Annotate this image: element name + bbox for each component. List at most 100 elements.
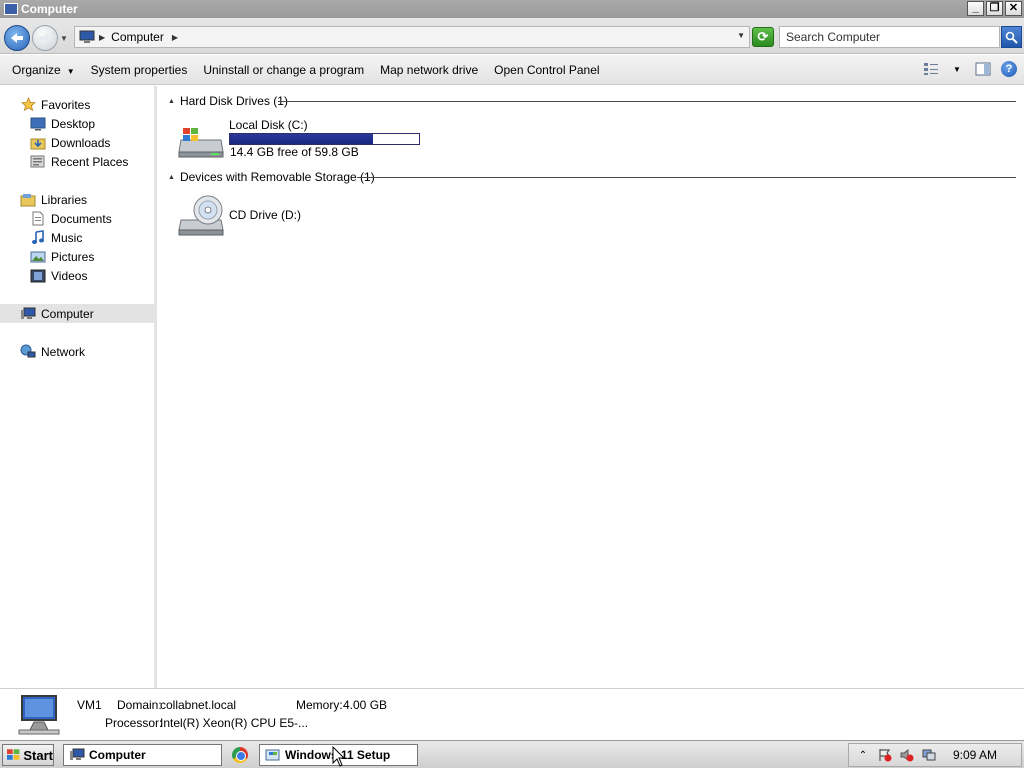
collapse-icon: ▲ xyxy=(168,173,175,181)
group-header-removable[interactable]: ▲ Devices with Removable Storage (1) xyxy=(168,170,375,184)
group-divider xyxy=(357,177,1016,178)
map-network-drive-button[interactable]: Map network drive xyxy=(372,59,486,81)
drive-c-usage-bar xyxy=(229,133,420,145)
search-input[interactable]: Search Computer xyxy=(779,26,1000,48)
drive-c-label: Local Disk (C:) xyxy=(229,118,308,132)
address-dropdown[interactable]: ▼ xyxy=(737,31,745,40)
details-pane: VM1 Domain: collabnet.local Memory: 4.00… xyxy=(0,688,1024,740)
processor-label: Processor: xyxy=(105,716,163,730)
start-label: Start xyxy=(23,747,53,763)
search-button[interactable] xyxy=(1001,26,1022,48)
task-label: Computer xyxy=(89,748,146,762)
nav-label: Libraries xyxy=(41,192,88,207)
drive-c-free-space: 14.4 GB free of 59.8 GB xyxy=(230,145,359,159)
nav-label: Computer xyxy=(41,306,94,321)
taskbar-button-computer[interactable]: Computer xyxy=(63,744,222,766)
view-options-button[interactable] xyxy=(922,60,940,78)
group-divider xyxy=(278,101,1016,102)
drive-c-usage-fill xyxy=(230,134,374,144)
nav-libraries[interactable]: Libraries xyxy=(0,190,157,209)
network-icon xyxy=(20,344,36,360)
domain-value: collabnet.local xyxy=(160,698,237,712)
nav-label: Downloads xyxy=(51,135,111,150)
windows-logo-icon xyxy=(7,749,20,760)
nav-documents[interactable]: Documents xyxy=(0,209,157,228)
search-icon xyxy=(1005,31,1018,44)
group-title: Hard Disk Drives (1) xyxy=(179,94,288,108)
nav-favorites[interactable]: Favorites xyxy=(0,95,157,114)
group-title: Devices with Removable Storage (1) xyxy=(179,170,375,184)
group-header-hard-disks[interactable]: ▲ Hard Disk Drives (1) xyxy=(168,94,288,108)
nav-network[interactable]: Network xyxy=(0,342,157,361)
memory-label: Memory: xyxy=(296,698,343,712)
videos-icon xyxy=(30,268,46,284)
domain-label: Domain: xyxy=(117,698,162,712)
chrome-icon[interactable] xyxy=(232,747,248,763)
content-pane: ▲ Hard Disk Drives (1) Local Disk (C:) 1… xyxy=(160,86,1024,688)
desktop-icon xyxy=(30,116,46,132)
documents-icon xyxy=(30,211,46,227)
taskbar: Start Computer Windows 11 Setup ⌃ xyxy=(0,740,1024,768)
recent-pages-dropdown[interactable]: ▼ xyxy=(60,34,68,43)
music-note-icon xyxy=(30,230,46,246)
taskbar-clock[interactable]: 9:09 AM xyxy=(953,748,997,762)
mouse-cursor-icon xyxy=(332,746,346,767)
nav-label: Videos xyxy=(51,268,88,283)
computer-icon xyxy=(18,695,60,735)
drive-d-label: CD Drive (D:) xyxy=(229,208,301,222)
window-controls: _ ❐ ✕ xyxy=(967,1,1022,16)
downloads-folder-icon xyxy=(30,135,46,151)
nav-recent-places[interactable]: Recent Places xyxy=(0,152,157,171)
hard-drive-icon xyxy=(178,128,224,158)
chevron-right-icon[interactable]: ▶ xyxy=(172,33,178,42)
view-dropdown[interactable]: ▼ xyxy=(948,60,966,78)
nav-computer[interactable]: Computer xyxy=(0,304,157,323)
open-control-panel-button[interactable]: Open Control Panel xyxy=(486,59,607,81)
star-icon xyxy=(20,97,36,113)
address-bar[interactable]: ▶ Computer ▶ ▼ xyxy=(74,26,750,48)
chevron-down-icon: ▼ xyxy=(66,66,75,76)
nav-music[interactable]: Music xyxy=(0,228,157,247)
back-button[interactable] xyxy=(4,25,30,51)
nav-label: Documents xyxy=(51,211,112,226)
forward-button[interactable] xyxy=(32,25,58,51)
refresh-button[interactable]: ⟳ xyxy=(752,27,774,47)
chevron-right-icon[interactable]: ▶ xyxy=(99,33,105,42)
libraries-icon xyxy=(20,192,36,208)
preview-pane-icon xyxy=(975,62,991,76)
volume-muted-icon[interactable] xyxy=(899,747,915,763)
navigation-pane: Favorites Desktop Downloads Recent Place… xyxy=(0,86,157,688)
processor-value: Intel(R) Xeon(R) CPU E5-... xyxy=(160,716,309,730)
window-title: Computer xyxy=(21,2,78,16)
nav-pictures[interactable]: Pictures xyxy=(0,247,157,266)
show-hidden-icons-button[interactable]: ⌃ xyxy=(855,747,871,763)
nav-label: Favorites xyxy=(41,97,91,112)
view-icon xyxy=(924,63,938,75)
cd-drive-icon xyxy=(178,195,224,236)
nav-label: Network xyxy=(41,344,86,359)
memory-value: 4.00 GB xyxy=(343,698,388,712)
computer-name: VM1 xyxy=(77,698,102,712)
nav-downloads[interactable]: Downloads xyxy=(0,133,157,152)
system-properties-button[interactable]: System properties xyxy=(83,59,196,81)
preview-pane-button[interactable] xyxy=(974,60,992,78)
arrow-left-icon xyxy=(11,33,23,43)
breadcrumb-computer[interactable]: Computer xyxy=(111,30,164,44)
network-tray-icon[interactable] xyxy=(921,747,937,763)
computer-icon xyxy=(4,3,18,15)
action-center-icon[interactable] xyxy=(877,747,893,763)
start-button[interactable]: Start xyxy=(2,744,54,766)
minimize-button[interactable]: _ xyxy=(967,1,984,16)
help-button[interactable]: ? xyxy=(1000,60,1018,78)
nav-desktop[interactable]: Desktop xyxy=(0,114,157,133)
nav-videos[interactable]: Videos xyxy=(0,266,157,285)
nav-label: Desktop xyxy=(51,116,96,131)
nav-label: Music xyxy=(51,230,83,245)
nav-label: Pictures xyxy=(51,249,95,264)
nav-label: Recent Places xyxy=(51,154,129,169)
restore-button[interactable]: ❐ xyxy=(986,1,1003,16)
uninstall-program-button[interactable]: Uninstall or change a program xyxy=(195,59,372,81)
close-button[interactable]: ✕ xyxy=(1005,1,1022,16)
setup-icon xyxy=(265,749,280,761)
organize-menu[interactable]: Organize ▼ xyxy=(4,59,83,81)
